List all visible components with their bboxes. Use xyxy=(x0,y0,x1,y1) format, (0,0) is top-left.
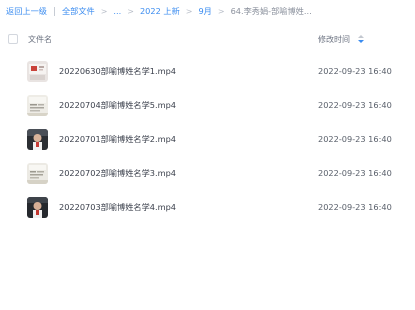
chevron-right-icon: > xyxy=(100,6,108,16)
breadcrumb-all-files[interactable]: 全部文件 xyxy=(62,5,95,17)
column-header-name[interactable]: 文件名 xyxy=(28,34,52,45)
file-modified-time: 2022-09-23 16:40 xyxy=(318,100,392,110)
file-row[interactable]: 20220702部喻博姓名学3.mp4 2022-09-23 16:40 xyxy=(0,156,415,190)
chevron-right-icon: > xyxy=(127,6,134,16)
breadcrumb: 返回上一级 全部文件 > ... > 2022 上新 > 9月 > 64.李秀娟… xyxy=(0,0,415,22)
file-row[interactable]: 20220630部喻博姓名学1.mp4 2022-09-23 16:40 xyxy=(0,54,415,88)
video-thumbnail-icon xyxy=(27,196,48,218)
column-header-time-label: 修改时间 xyxy=(318,34,350,44)
column-header-time[interactable]: 修改时间 xyxy=(318,34,364,45)
file-modified-time: 2022-09-23 16:40 xyxy=(318,134,392,144)
video-thumbnail-icon xyxy=(27,94,48,116)
file-list-header: 文件名 修改时间 xyxy=(0,28,415,50)
chevron-right-icon: > xyxy=(217,6,225,16)
breadcrumb-month[interactable]: 9月 xyxy=(198,5,211,17)
video-thumbnail-icon xyxy=(27,162,48,184)
file-name[interactable]: 20220703部喻博姓名学4.mp4 xyxy=(59,201,176,213)
file-name[interactable]: 20220702部喻博姓名学3.mp4 xyxy=(59,167,176,179)
sort-desc-icon[interactable] xyxy=(358,34,364,44)
breadcrumb-year[interactable]: 2022 上新 xyxy=(140,5,180,17)
file-name[interactable]: 20220630部喻博姓名学1.mp4 xyxy=(59,65,176,77)
back-link[interactable]: 返回上一级 xyxy=(6,5,47,17)
file-modified-time: 2022-09-23 16:40 xyxy=(318,168,392,178)
select-all-checkbox[interactable] xyxy=(8,34,18,44)
video-thumbnail-icon xyxy=(27,128,48,150)
file-list: 20220630部喻博姓名学1.mp4 2022-09-23 16:40 202… xyxy=(0,54,415,224)
file-modified-time: 2022-09-23 16:40 xyxy=(318,202,392,212)
video-thumbnail-icon xyxy=(27,60,48,82)
file-row[interactable]: 20220703部喻博姓名学4.mp4 2022-09-23 16:40 xyxy=(0,190,415,224)
file-row[interactable]: 20220701部喻博姓名学2.mp4 2022-09-23 16:40 xyxy=(0,122,415,156)
breadcrumb-ellipsis[interactable]: ... xyxy=(113,6,121,16)
file-row[interactable]: 20220704部喻博姓名学5.mp4 2022-09-23 16:40 xyxy=(0,88,415,122)
file-name[interactable]: 20220701部喻博姓名学2.mp4 xyxy=(59,133,176,145)
breadcrumb-divider xyxy=(53,6,55,16)
chevron-right-icon: > xyxy=(185,6,193,16)
file-modified-time: 2022-09-23 16:40 xyxy=(318,66,392,76)
breadcrumb-current: 64.李秀娟-部喻博姓... xyxy=(230,6,312,16)
file-name[interactable]: 20220704部喻博姓名学5.mp4 xyxy=(59,99,176,111)
